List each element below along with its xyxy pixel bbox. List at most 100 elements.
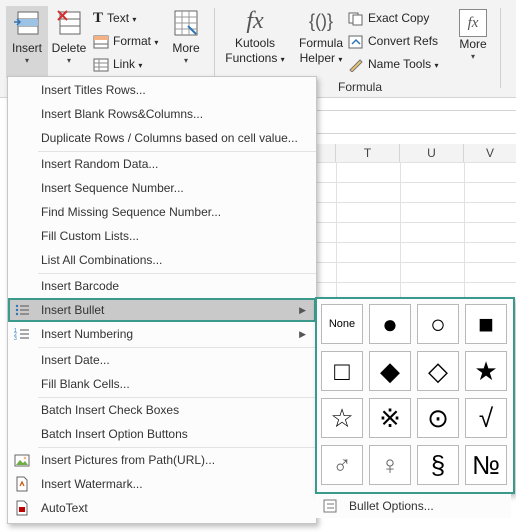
format-label: Format — [113, 34, 152, 48]
more-button[interactable]: More ▾ — [166, 6, 206, 78]
insert-rows-icon — [14, 11, 39, 35]
submenu-arrow-icon: ▶ — [299, 329, 306, 339]
text-dropdown-icon: ▾ — [132, 15, 137, 24]
menu-item-insert-barcode[interactable]: Insert Barcode — [8, 274, 316, 298]
menu-item-label: Fill Custom Lists... — [41, 229, 140, 243]
menu-item-label: Insert Pictures from Path(URL)... — [41, 453, 216, 467]
menu-item-batch-insert-option-buttons[interactable]: Batch Insert Option Buttons — [8, 422, 316, 446]
more-grid-icon — [174, 10, 198, 36]
formula-helper-button[interactable]: {()} Formula Helper ▾ — [296, 6, 346, 78]
bullet-hollow-diamond[interactable]: ◇ — [417, 351, 459, 391]
kutools-functions-label-line2: Functions — [225, 51, 278, 65]
link-label: Link — [113, 57, 136, 71]
menu-item-batch-insert-check-boxes[interactable]: Batch Insert Check Boxes — [8, 398, 316, 422]
column-header-corner — [314, 144, 336, 163]
menu-item-label: Batch Insert Option Buttons — [41, 427, 188, 441]
exact-copy-label: Exact Copy — [368, 11, 430, 25]
more-label: More — [172, 41, 200, 55]
kutools-functions-dropdown-icon: ▾ — [280, 55, 285, 64]
kutools-functions-button[interactable]: fx Kutools Functions ▾ — [222, 6, 288, 78]
convert-refs-label: Convert Refs — [368, 34, 439, 48]
column-header-v[interactable]: V — [464, 144, 516, 163]
menu-item-list-all-combinations[interactable]: List All Combinations... — [8, 248, 316, 272]
menu-item-insert-random-data[interactable]: Insert Random Data... — [8, 152, 316, 176]
submenu-arrow-icon: ▶ — [299, 305, 306, 315]
text-button[interactable]: T Text ▾ — [93, 8, 136, 28]
column-header-u[interactable]: U — [400, 144, 464, 163]
formula-more-button[interactable]: fx More ▾ — [452, 6, 494, 78]
column-header-t[interactable]: T — [336, 144, 400, 163]
delete-label: Delete — [51, 41, 87, 55]
link-icon — [93, 58, 109, 72]
menu-item-label: Insert Random Data... — [41, 157, 159, 171]
bullet-filled-star[interactable]: ★ — [465, 351, 507, 391]
bullet-filled-circle[interactable]: ● — [369, 304, 411, 344]
menu-item-duplicate-rows-columns[interactable]: Duplicate Rows / Columns based on cell v… — [8, 126, 316, 150]
formula-helper-label-line1: Formula — [298, 36, 343, 50]
formula-group-label: Formula — [338, 80, 383, 94]
name-tools-label: Name Tools — [368, 57, 432, 71]
menu-item-insert-date[interactable]: Insert Date... — [8, 348, 316, 372]
menu-item-insert-numbering[interactable]: 1 2 3 Insert Numbering ▶ — [8, 322, 316, 346]
bullet-list-icon — [15, 304, 29, 316]
formula-bar[interactable] — [314, 110, 516, 134]
name-tools-button[interactable]: Name Tools ▾ — [348, 54, 439, 74]
link-button[interactable]: Link ▾ — [93, 54, 142, 74]
delete-dropdown-icon: ▾ — [66, 56, 71, 65]
menu-item-label: Insert Bullet — [41, 303, 105, 317]
ribbon-separator-right — [500, 8, 501, 88]
delete-button[interactable]: Delete ▾ — [50, 6, 88, 78]
bullet-options-icon — [323, 499, 337, 513]
menu-item-label: Insert Blank Rows&Columns... — [41, 107, 204, 121]
bullet-reference-mark[interactable]: ※ — [369, 398, 411, 438]
bullet-submenu: None ● ○ ■ □ ◆ ◇ ★ ☆ ※ ⊙ √ ♂ ♀ § № — [315, 297, 515, 494]
worksheet-grid[interactable] — [314, 162, 516, 302]
bullet-hollow-circle[interactable]: ○ — [417, 304, 459, 344]
bullet-hollow-square[interactable]: □ — [321, 351, 363, 391]
format-button[interactable]: Format ▾ — [93, 31, 158, 51]
bullet-section-sign[interactable]: § — [417, 445, 459, 485]
more-dropdown-icon: ▾ — [183, 56, 188, 65]
menu-item-label: Find Missing Sequence Number... — [41, 205, 222, 219]
menu-item-insert-sequence-number[interactable]: Insert Sequence Number... — [8, 176, 316, 200]
formula-helper-dropdown-icon: ▾ — [338, 55, 343, 64]
menu-item-label: Insert Barcode — [41, 279, 120, 293]
menu-item-label: Insert Numbering — [41, 327, 134, 341]
menu-item-label: Insert Watermark... — [41, 477, 143, 491]
menu-item-insert-pictures-from-path[interactable]: Insert Pictures from Path(URL)... — [8, 448, 316, 472]
bullet-hollow-star[interactable]: ☆ — [321, 398, 363, 438]
bullet-filled-square[interactable]: ■ — [465, 304, 507, 344]
bullet-none[interactable]: None — [321, 304, 363, 344]
menu-item-insert-blank-rows-columns[interactable]: Insert Blank Rows&Columns... — [8, 102, 316, 126]
insert-dropdown-icon: ▾ — [24, 56, 29, 65]
bullet-filled-diamond[interactable]: ◆ — [369, 351, 411, 391]
menu-item-insert-bullet[interactable]: Insert Bullet ▶ — [8, 298, 316, 322]
name-tools-icon — [349, 59, 363, 72]
menu-item-insert-watermark[interactable]: Insert Watermark... — [8, 472, 316, 496]
format-icon — [93, 35, 109, 49]
bullet-check-root[interactable]: √ — [465, 398, 507, 438]
menu-item-label: Batch Insert Check Boxes — [41, 403, 180, 417]
numbered-list-icon: 1 2 3 — [14, 328, 29, 342]
menu-item-find-missing-sequence-number[interactable]: Find Missing Sequence Number... — [8, 200, 316, 224]
svg-text:3: 3 — [14, 336, 17, 342]
formula-more-dropdown-icon: ▾ — [470, 52, 475, 61]
bullet-male-sign[interactable]: ♂ — [321, 445, 363, 485]
braces-icon: {()} — [308, 11, 333, 31]
bullet-circled-dot[interactable]: ⊙ — [417, 398, 459, 438]
bullet-female-sign[interactable]: ♀ — [369, 445, 411, 485]
name-tools-dropdown-icon: ▾ — [434, 61, 439, 70]
format-dropdown-icon: ▾ — [154, 38, 159, 47]
menu-item-autotext[interactable]: AutoText — [8, 496, 316, 520]
insert-button[interactable]: Insert ▾ — [6, 6, 48, 78]
exact-copy-button[interactable]: Exact Copy — [348, 8, 429, 28]
convert-refs-button[interactable]: Convert Refs — [348, 31, 438, 51]
menu-item-label: AutoText — [41, 501, 88, 515]
formula-helper-label-line2-row: Helper ▾ — [296, 51, 346, 67]
menu-item-fill-custom-lists[interactable]: Fill Custom Lists... — [8, 224, 316, 248]
menu-item-insert-titles-rows[interactable]: Insert Titles Rows... — [8, 78, 316, 102]
menu-item-label: List All Combinations... — [41, 253, 163, 267]
bullet-options-item[interactable]: Bullet Options... — [315, 494, 511, 518]
menu-item-fill-blank-cells[interactable]: Fill Blank Cells... — [8, 372, 316, 396]
bullet-numero-sign[interactable]: № — [465, 445, 507, 485]
